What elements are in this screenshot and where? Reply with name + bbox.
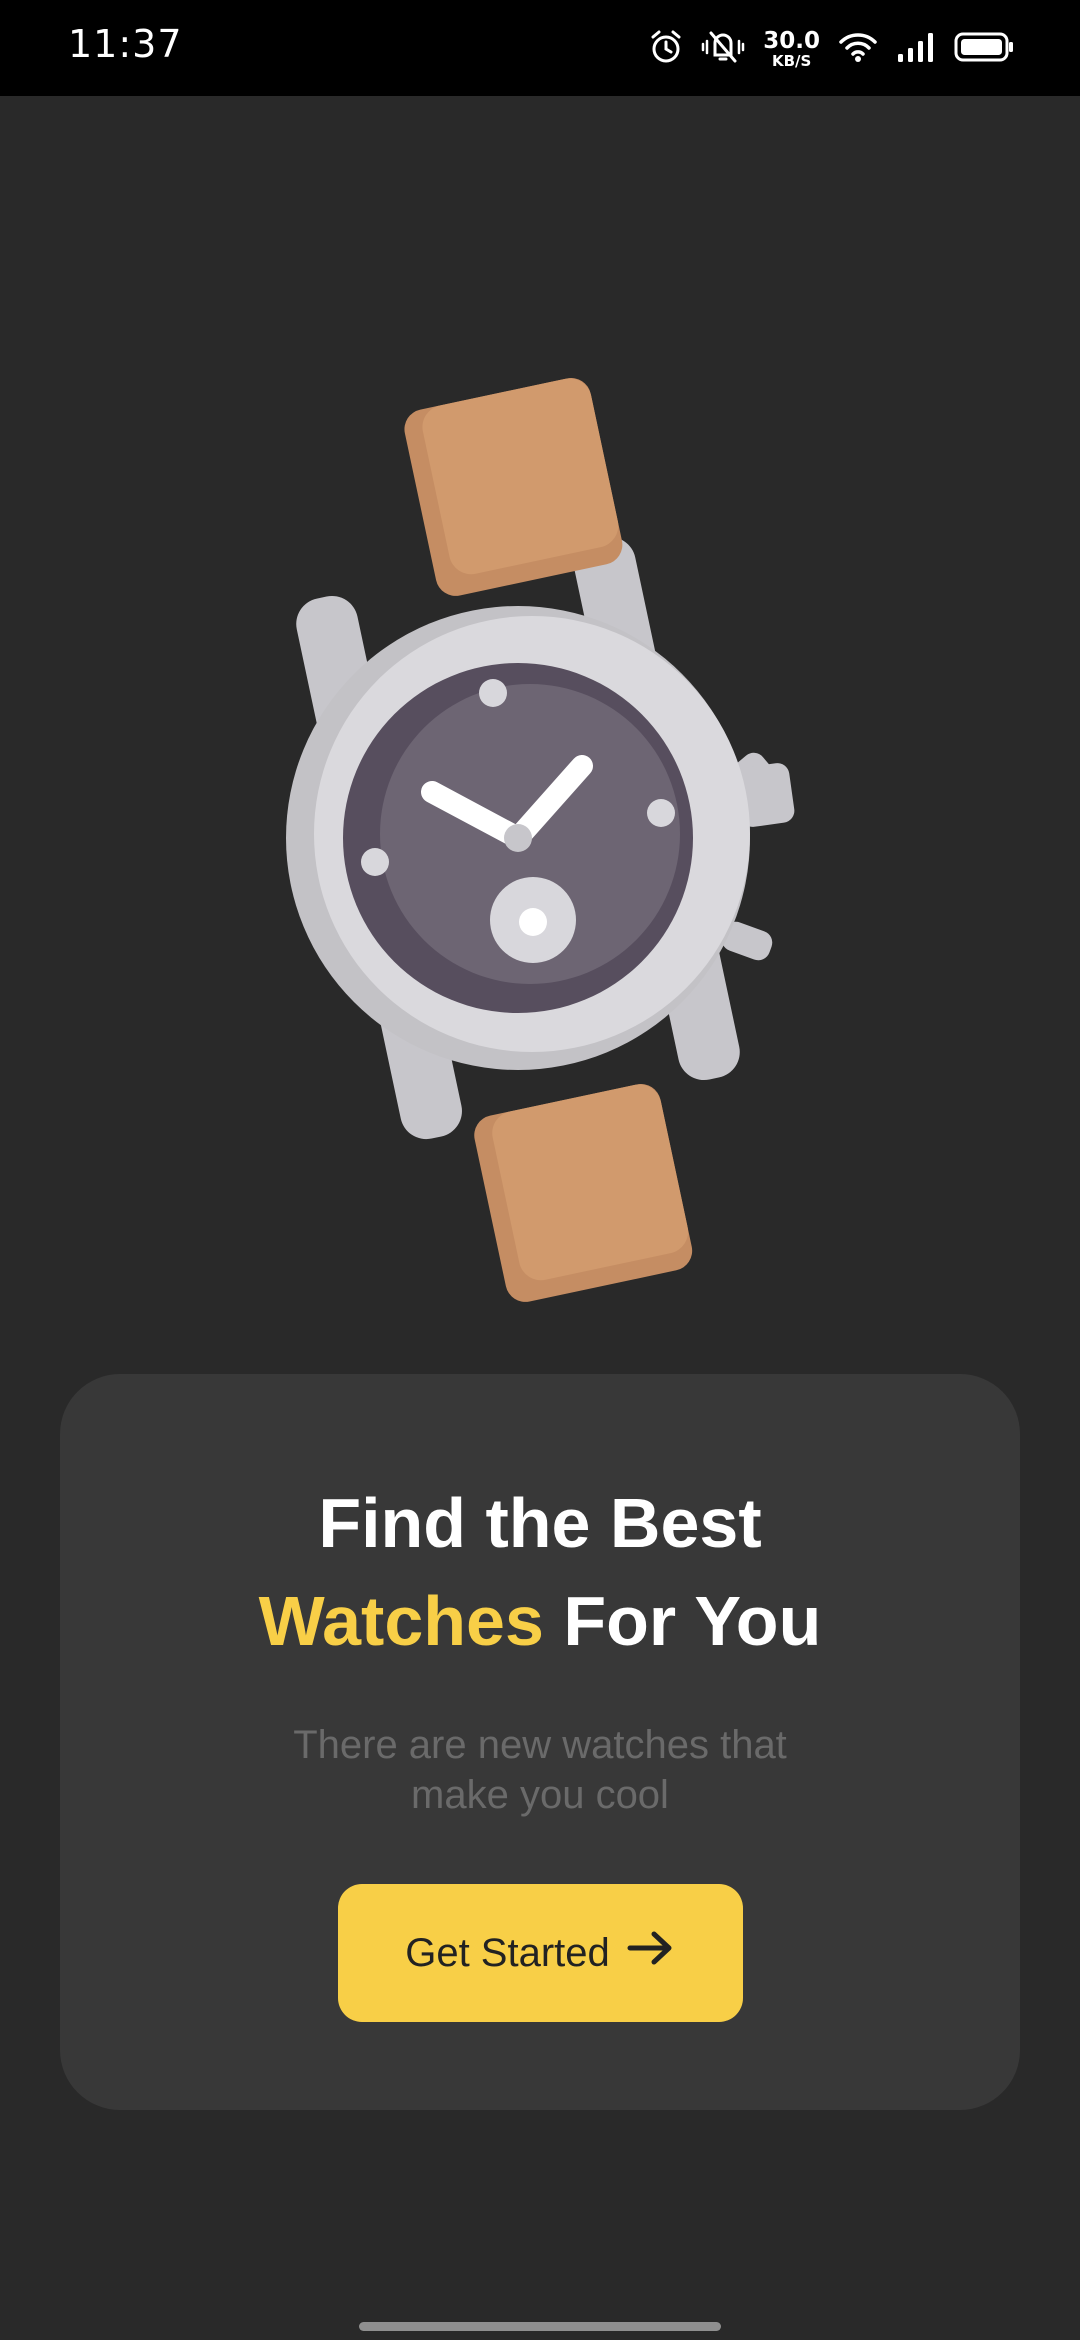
onboarding-card: Find the Best Watches For You There are … [60,1374,1020,2110]
home-indicator[interactable] [359,2322,721,2331]
wristwatch-illustration [286,378,795,1302]
network-speed-value: 30.0 [763,27,820,54]
title-line-1: Find the Best [318,1484,762,1562]
get-started-button[interactable]: Get Started [338,1884,743,2022]
alarm-icon [649,29,683,70]
arrow-right-icon [626,1928,676,1978]
status-bar: 11:37 30.0 KB/S [0,0,1080,96]
battery-icon [954,31,1014,68]
lower-strap [474,1084,693,1302]
subtitle: There are new watches that make you cool [293,1723,787,1817]
title-line-2-rest: For You [543,1582,822,1660]
page-title: Find the Best Watches For You [60,1474,1020,1670]
status-icons: 30.0 KB/S [649,26,1014,72]
status-time: 11:37 [68,22,183,66]
network-speed: 30.0 KB/S [763,27,820,70]
network-speed-unit: KB/S [771,51,812,70]
title-accent-word: Watches [258,1582,544,1660]
upper-strap [404,378,623,596]
hero-illustration [0,330,1080,1320]
get-started-label: Get Started [405,1930,610,1975]
wifi-icon [838,30,878,69]
vibrate-off-icon [701,29,745,70]
signal-icon [896,30,936,69]
